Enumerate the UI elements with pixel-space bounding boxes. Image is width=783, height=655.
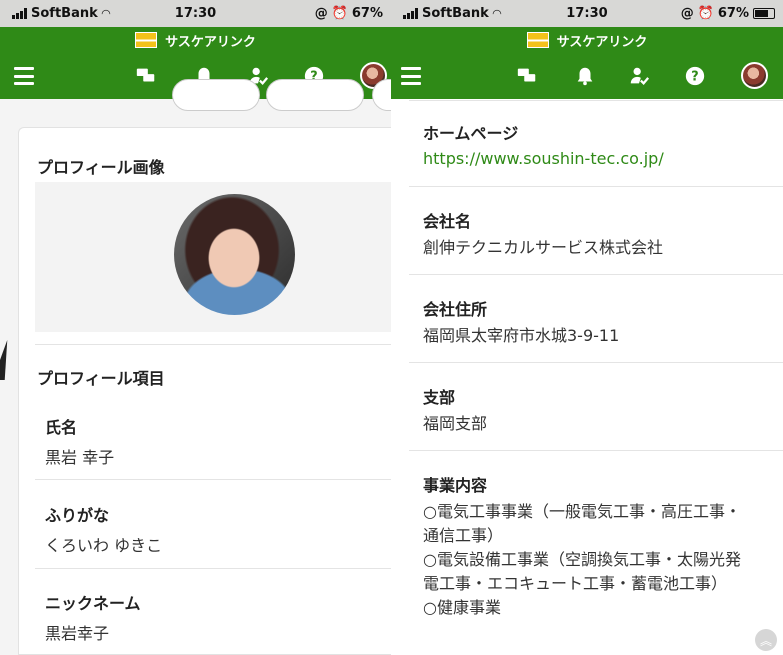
filter-pill[interactable] xyxy=(266,79,364,111)
profile-image-title: プロフィール画像 xyxy=(37,158,165,177)
left-screen: SoftBank ◠ 17:30 @ ⏰ 67% サスケアリンク ? プロフィー… xyxy=(0,0,391,655)
row-label-company: 会社名 xyxy=(423,212,472,231)
wifi-icon: ◠ xyxy=(101,7,111,20)
business-line: ○健康事業 xyxy=(423,598,501,617)
user-avatar[interactable] xyxy=(741,62,768,89)
chat-icon[interactable] xyxy=(134,64,158,88)
row-value-address: 福岡県太宰府市水城3-9-11 xyxy=(423,326,620,345)
svg-text:?: ? xyxy=(691,70,698,85)
wifi-icon: ◠ xyxy=(492,7,502,20)
app-name: サスケアリンク xyxy=(165,34,256,50)
field-label-name: 氏名 xyxy=(45,418,78,437)
brand-header: サスケアリンク xyxy=(391,27,783,53)
field-label-furigana: ふりがな xyxy=(45,506,110,525)
battery-percent: 67% xyxy=(717,6,749,21)
row-label-business: 事業内容 xyxy=(423,476,488,495)
menu-icon[interactable] xyxy=(14,67,34,85)
profile-card: プロフィール画像 プロフィール項目 氏名 黒岩 幸子 ふりがな くろいわ ゆきこ… xyxy=(18,127,391,655)
row-label-address: 会社住所 xyxy=(423,300,488,319)
row-label-branch: 支部 xyxy=(423,388,456,407)
chat-icon[interactable] xyxy=(515,64,539,88)
carrier-name: SoftBank xyxy=(422,6,489,21)
nav-bar: ? xyxy=(391,53,783,99)
carrier-name: SoftBank xyxy=(31,6,98,21)
scroll-to-top-icon[interactable]: ︽ xyxy=(755,629,777,651)
alarm-icon: ⏰ xyxy=(331,6,348,21)
profile-image-box xyxy=(35,182,391,332)
row-value-branch: 福岡支部 xyxy=(423,414,488,433)
signal-icon xyxy=(12,8,27,19)
profile-photo xyxy=(174,194,295,315)
business-line: 電工事・エコキュート工事・蓄電池工事） xyxy=(423,574,728,593)
business-line: ○電気工事事業（一般電気工事・高圧工事・ xyxy=(423,502,741,521)
business-line: ○電気設備工事業（空調換気工事・太陽光発 xyxy=(423,550,741,569)
filter-pill[interactable] xyxy=(372,79,391,111)
business-line: 通信工事） xyxy=(423,526,504,545)
right-screen: SoftBank ◠ 17:30 @ ⏰ 67% サスケアリンク ? ホームペー… xyxy=(391,0,783,655)
help-icon[interactable]: ? xyxy=(683,64,707,88)
field-value-name: 黒岩 幸子 xyxy=(45,448,115,467)
row-value-company: 創伸テクニカルサービス株式会社 xyxy=(423,238,664,257)
app-logo xyxy=(135,32,158,48)
lock-rotation-icon: @ xyxy=(680,6,694,21)
homepage-link[interactable]: https://www.soushin-tec.co.jp/ xyxy=(423,147,769,171)
user-check-icon[interactable] xyxy=(627,64,651,88)
menu-icon[interactable] xyxy=(401,67,421,85)
app-name: サスケアリンク xyxy=(556,34,648,50)
signal-icon xyxy=(403,8,418,19)
field-value-nickname: 黒岩幸子 xyxy=(45,624,110,643)
field-label-nickname: ニックネーム xyxy=(45,594,141,613)
brand-header: サスケアリンク xyxy=(0,27,391,53)
battery-icon xyxy=(753,8,775,19)
field-value-furigana: くろいわ ゆきこ xyxy=(45,536,163,555)
status-bar: SoftBank ◠ 17:30 @ ⏰ 67% xyxy=(0,0,391,27)
lock-rotation-icon: @ xyxy=(314,6,328,21)
status-bar: SoftBank ◠ 17:30 @ ⏰ 67% xyxy=(391,0,783,27)
app-logo xyxy=(526,32,549,48)
row-label-homepage: ホームページ xyxy=(423,124,519,143)
annotation-arrow xyxy=(0,340,20,380)
bell-icon[interactable] xyxy=(573,64,597,88)
alarm-icon: ⏰ xyxy=(697,6,714,21)
row-value-business: ○電気工事事業（一般電気工事・高圧工事・ 通信工事） ○電気設備工事業（空調換気… xyxy=(423,500,769,620)
profile-items-title: プロフィール項目 xyxy=(37,369,165,388)
filter-pill[interactable] xyxy=(172,79,260,111)
battery-percent: 67% xyxy=(351,6,383,21)
